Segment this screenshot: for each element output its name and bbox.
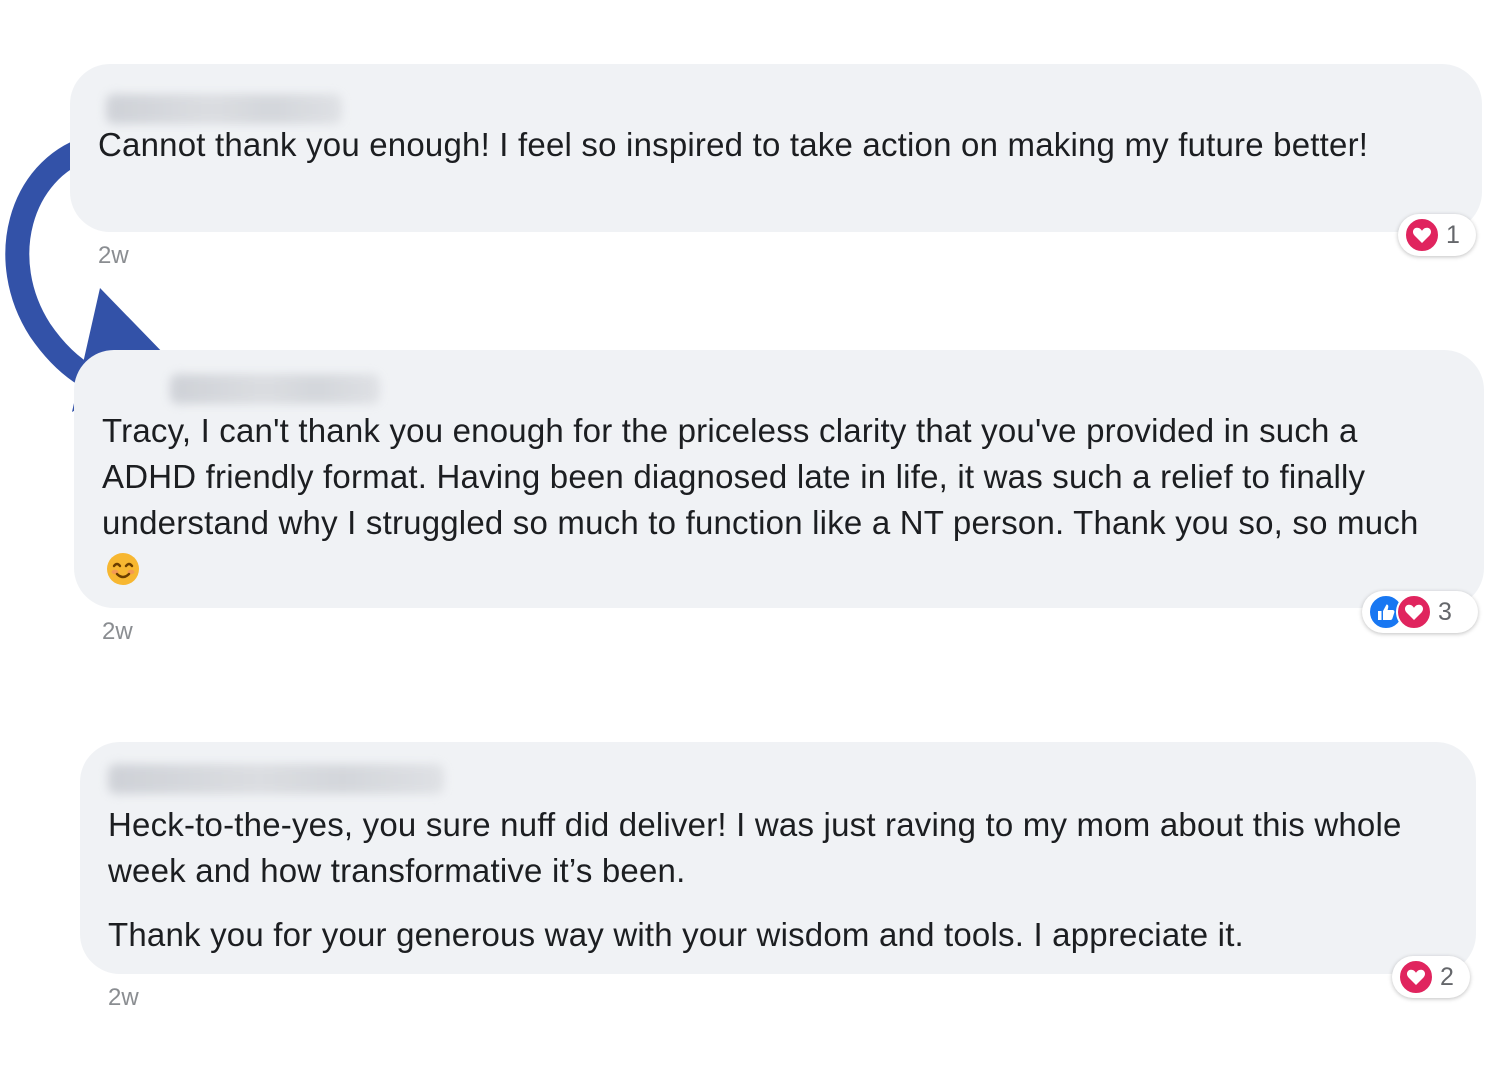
comment-text-line: Heck-to-the-yes, you sure nuff did deliv… [108,806,1402,889]
blurred-author-name [108,764,444,794]
comment-bubble: Heck-to-the-yes, you sure nuff did deliv… [80,742,1476,974]
heart-icon [1398,959,1434,995]
comment-timestamp[interactable]: 2w [108,984,139,1012]
comment-3: Heck-to-the-yes, you sure nuff did deliv… [0,0,1498,1080]
comment-text: Heck-to-the-yes, you sure nuff did deliv… [108,802,1448,958]
reaction-count: 2 [1440,962,1454,991]
comment-text-line: Thank you for your generous way with you… [108,916,1244,953]
reaction-summary[interactable]: 2 [1392,956,1470,998]
